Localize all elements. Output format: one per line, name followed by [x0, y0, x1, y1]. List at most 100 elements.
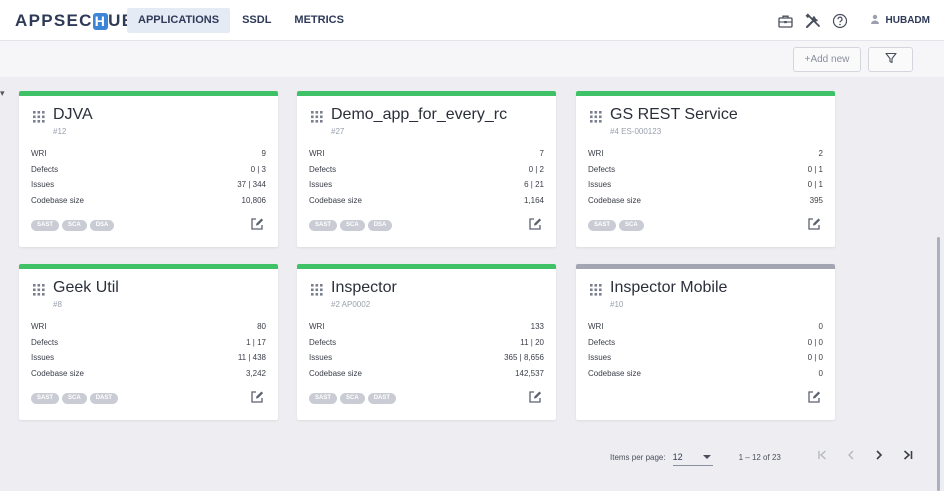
scan-type-badge: SAST	[588, 220, 617, 231]
metric-label: Codebase size	[588, 195, 641, 205]
edit-icon[interactable]	[807, 217, 821, 231]
metric-row: Codebase size 395	[588, 193, 823, 209]
scan-tags: SAST SCA	[588, 220, 644, 231]
metric-row: Codebase size 3,242	[31, 366, 266, 382]
app-name[interactable]: Inspector	[331, 279, 397, 297]
metric-row: Codebase size 1,164	[309, 193, 544, 209]
metric-value-wri: 2	[818, 149, 823, 158]
app-name[interactable]: Geek Util	[53, 279, 119, 297]
scan-type-badge: SCA	[340, 220, 365, 231]
add-new-button[interactable]: +Add new	[793, 47, 861, 72]
metric-value-wri: 80	[257, 322, 266, 331]
metric-row: Codebase size 142,537	[309, 366, 544, 382]
metric-label: Defects	[31, 164, 59, 174]
app-card[interactable]: DJVA #12 WRI 9 Defects 0 | 3 Issues 37 | 344 Cod…	[19, 91, 278, 247]
tab-metrics[interactable]: METRICS	[283, 8, 355, 33]
metrics-list: WRI 133 Defects 11 | 20 Issues 365 | 8,656 Cod…	[309, 319, 544, 381]
metric-label: WRI	[309, 149, 325, 158]
app-name[interactable]: Demo_app_for_every_rc	[331, 106, 507, 124]
metrics-list: WRI 80 Defects 1 | 17 Issues 11 | 438 Codebase…	[31, 319, 266, 381]
tab-applications[interactable]: APPLICATIONS	[127, 8, 231, 33]
top-bar: APPSEC H UB APPLICATIONS SSDL METRICS HUBA…	[0, 0, 944, 41]
app-name[interactable]: DJVA	[53, 106, 93, 124]
metric-value-codebase: 142,537	[515, 368, 544, 378]
app-name[interactable]: GS REST Service	[610, 106, 738, 124]
scan-type-badge: SAST	[309, 220, 338, 231]
metric-value-issues: 0 | 0	[807, 353, 823, 363]
metric-row: Defects 0 | 2	[309, 162, 544, 178]
user-icon	[870, 14, 880, 27]
status-bar	[576, 264, 835, 269]
logo-mark: H	[92, 13, 109, 30]
metric-label: Defects	[588, 164, 616, 174]
filter-icon	[884, 51, 897, 69]
metric-value-wri: 133	[530, 322, 544, 331]
grid-icon	[33, 283, 45, 301]
metric-value-defects: 1 | 17	[246, 337, 266, 347]
metric-label: Codebase size	[309, 368, 362, 378]
last-page-button[interactable]	[898, 447, 918, 467]
scan-type-badge: DAST	[367, 393, 397, 404]
metric-value-issues: 37 | 344	[237, 180, 266, 190]
metric-value-codebase: 395	[809, 195, 823, 205]
metric-label: Defects	[588, 337, 616, 347]
logo-text-pre: APPSEC	[15, 11, 93, 30]
app-card[interactable]: Geek Util #8 WRI 80 Defects 1 | 17 Issues 11 | …	[19, 264, 278, 420]
metric-label: Codebase size	[309, 195, 362, 205]
header-actions: HUBADM	[777, 0, 944, 41]
metric-row: Defects 0 | 1	[588, 162, 823, 178]
metric-row: WRI 0	[588, 319, 823, 335]
first-page-button[interactable]	[812, 447, 832, 467]
edge-mark: ▾	[0, 88, 5, 98]
briefcase-icon[interactable]	[777, 12, 795, 30]
metric-value-wri: 9	[261, 149, 266, 158]
scrollbar[interactable]	[937, 237, 940, 491]
metrics-list: WRI 2 Defects 0 | 1 Issues 0 | 1 Codebase size…	[588, 146, 823, 208]
metric-row: Defects 1 | 17	[31, 335, 266, 351]
scan-type-badge: SAST	[31, 393, 60, 404]
metric-row: Codebase size 0	[588, 366, 823, 382]
metric-row: Defects 11 | 20	[309, 335, 544, 351]
metrics-list: WRI 0 Defects 0 | 0 Issues 0 | 0 Codebase size…	[588, 319, 823, 381]
metric-row: Issues 365 | 8,656	[309, 350, 544, 366]
filter-button[interactable]	[868, 47, 913, 72]
scan-tags: SAST SCA DSA	[31, 220, 115, 231]
username: HUBADM	[885, 15, 930, 26]
edit-icon[interactable]	[528, 390, 542, 404]
metric-label: Issues	[309, 180, 333, 190]
prev-page-button[interactable]	[841, 447, 861, 467]
last-page-icon	[902, 448, 914, 466]
app-name[interactable]: Inspector Mobile	[610, 279, 727, 297]
help-icon[interactable]	[831, 12, 849, 30]
grid-icon	[311, 110, 323, 128]
scan-tags: SAST SCA DSA	[309, 220, 393, 231]
tab-ssdl[interactable]: SSDL	[231, 8, 282, 33]
app-card[interactable]: Inspector Mobile #10 WRI 0 Defects 0 | 0 Issue…	[576, 264, 835, 420]
user-menu[interactable]: HUBADM	[870, 14, 930, 27]
grid-icon	[33, 110, 45, 128]
scan-type-badge: SAST	[31, 220, 60, 231]
metric-label: WRI	[588, 322, 604, 331]
metric-row: Issues 6 | 21	[309, 177, 544, 193]
edit-icon[interactable]	[250, 390, 264, 404]
logo[interactable]: APPSEC H UB	[15, 11, 135, 31]
next-page-button[interactable]	[869, 447, 889, 467]
edit-icon[interactable]	[250, 217, 264, 231]
app-id: #8	[53, 300, 62, 309]
tools-icon[interactable]	[804, 12, 822, 30]
metric-label: Issues	[588, 353, 612, 363]
scan-type-badge: SCA	[62, 220, 87, 231]
app-card[interactable]: GS REST Service #4 ES-000123 WRI 2 Defects 0 …	[576, 91, 835, 247]
metric-value-issues: 11 | 438	[237, 353, 266, 363]
metric-row: Defects 0 | 3	[31, 162, 266, 178]
edit-icon[interactable]	[807, 390, 821, 404]
items-per-page-select[interactable]: 12	[672, 448, 713, 466]
metric-label: Codebase size	[31, 368, 84, 378]
app-card[interactable]: Inspector #2 AP0002 WRI 133 Defects 11 | 20 Is…	[297, 264, 556, 420]
metrics-list: WRI 9 Defects 0 | 3 Issues 37 | 344 Codebase s…	[31, 146, 266, 208]
edit-icon[interactable]	[528, 217, 542, 231]
metric-label: WRI	[31, 149, 47, 158]
metric-value-wri: 7	[539, 149, 544, 158]
app-card[interactable]: Demo_app_for_every_rc #27 WRI 7 Defects 0 | 2…	[297, 91, 556, 247]
metric-label: WRI	[588, 149, 604, 158]
